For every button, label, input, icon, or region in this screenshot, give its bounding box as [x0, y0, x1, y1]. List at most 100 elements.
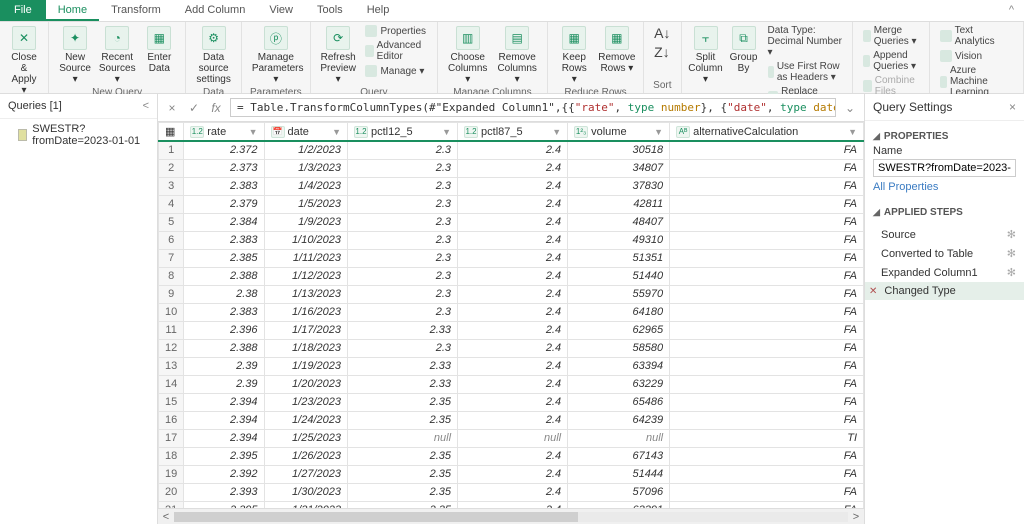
row-number-cell[interactable]: 11 — [159, 321, 184, 339]
type-icon[interactable]: 📅 — [271, 126, 285, 138]
data-cell[interactable]: 2.4 — [458, 501, 568, 508]
tab-home[interactable]: Home — [46, 0, 99, 21]
remove-columns-button[interactable]: ▤Remove Columns ▾ — [493, 24, 540, 87]
data-cell[interactable]: 1/25/2023 — [264, 429, 347, 447]
advanced-editor-button[interactable]: Advanced Editor — [361, 39, 431, 63]
new-source-button[interactable]: ✦New Source ▾ — [55, 24, 95, 87]
data-cell[interactable]: null — [347, 429, 457, 447]
data-cell[interactable]: 1/13/2023 — [264, 285, 347, 303]
row-number-cell[interactable]: 16 — [159, 411, 184, 429]
refresh-preview-button[interactable]: ⟳Refresh Preview ▾ — [317, 24, 360, 87]
horizontal-scrollbar[interactable]: < > — [158, 508, 864, 524]
table-row[interactable]: 162.3941/24/20232.352.464239FA — [159, 411, 864, 429]
row-number-cell[interactable]: 15 — [159, 393, 184, 411]
type-icon[interactable]: 1.2 — [354, 126, 368, 138]
type-icon[interactable]: 1.2 — [190, 126, 204, 138]
data-cell[interactable]: 1/24/2023 — [264, 411, 347, 429]
filter-dropdown-icon[interactable]: ▼ — [249, 127, 258, 137]
data-cell[interactable]: 2.388 — [184, 339, 264, 357]
data-cell[interactable]: 2.392 — [184, 465, 264, 483]
vision-button[interactable]: Vision — [936, 49, 1017, 63]
type-icon[interactable]: 1²₃ — [574, 126, 588, 138]
data-cell[interactable]: 57096 — [568, 483, 670, 501]
row-number-cell[interactable]: 3 — [159, 177, 184, 195]
properties-caret-icon[interactable]: ◢ — [873, 131, 880, 142]
data-cell[interactable]: 48407 — [568, 213, 670, 231]
row-number-cell[interactable]: 8 — [159, 267, 184, 285]
data-cell[interactable]: 2.35 — [347, 411, 457, 429]
row-number-cell[interactable]: 2 — [159, 159, 184, 177]
data-cell[interactable]: 2.4 — [458, 159, 568, 177]
row-number-cell[interactable]: 19 — [159, 465, 184, 483]
data-cell[interactable]: 1/17/2023 — [264, 321, 347, 339]
row-number-cell[interactable]: 14 — [159, 375, 184, 393]
data-cell[interactable]: 2.4 — [458, 339, 568, 357]
data-cell[interactable]: 2.4 — [458, 285, 568, 303]
data-cell[interactable]: 1/11/2023 — [264, 249, 347, 267]
table-row[interactable]: 142.391/20/20232.332.463229FA — [159, 375, 864, 393]
choose-columns-button[interactable]: ▥Choose Columns ▾ — [444, 24, 491, 87]
data-cell[interactable]: 2.4 — [458, 357, 568, 375]
data-cell[interactable]: 2.3 — [347, 303, 457, 321]
query-item[interactable]: SWESTR?fromDate=2023-01-01 — [0, 119, 157, 151]
split-column-button[interactable]: ⫟Split Column ▾ — [688, 24, 724, 87]
data-cell[interactable]: 51444 — [568, 465, 670, 483]
data-cell[interactable]: 2.372 — [184, 141, 264, 159]
table-row[interactable]: 102.3831/16/20232.32.464180FA — [159, 303, 864, 321]
tab-add-column[interactable]: Add Column — [173, 0, 258, 21]
table-row[interactable]: 32.3831/4/20232.32.437830FA — [159, 177, 864, 195]
sort-asc-button[interactable]: A↓ — [650, 24, 674, 42]
hscroll-right-icon[interactable]: > — [848, 511, 864, 523]
data-cell[interactable]: 2.4 — [458, 267, 568, 285]
column-header-date[interactable]: 📅date▼ — [264, 123, 347, 142]
tab-file[interactable]: File — [0, 0, 46, 21]
table-row[interactable]: 172.3941/25/2023nullnullnullTI — [159, 429, 864, 447]
column-header-alternativeCalculation[interactable]: AᴮalternativeCalculation▼ — [670, 123, 864, 142]
text-analytics-button[interactable]: Text Analytics — [936, 24, 1017, 48]
row-number-cell[interactable]: 12 — [159, 339, 184, 357]
data-cell[interactable]: 2.33 — [347, 321, 457, 339]
step-settings-gear-icon[interactable]: ✻ — [1007, 228, 1016, 241]
data-cell[interactable]: 67143 — [568, 447, 670, 465]
data-cell[interactable]: 1/26/2023 — [264, 447, 347, 465]
data-cell[interactable]: 2.39 — [184, 375, 264, 393]
manage-parameters-button[interactable]: ⓟManage Parameters ▾ — [248, 24, 304, 87]
data-cell[interactable]: 58580 — [568, 339, 670, 357]
data-cell[interactable]: 63229 — [568, 375, 670, 393]
data-source-settings-button[interactable]: ⚙Data source settings — [192, 24, 234, 87]
data-cell[interactable]: FA — [670, 159, 864, 177]
table-row[interactable]: 182.3951/26/20232.352.467143FA — [159, 447, 864, 465]
data-cell[interactable]: null — [568, 429, 670, 447]
data-cell[interactable]: 51351 — [568, 249, 670, 267]
row-number-cell[interactable]: 10 — [159, 303, 184, 321]
filter-dropdown-icon[interactable]: ▼ — [442, 127, 451, 137]
table-row[interactable]: 12.3721/2/20232.32.430518FA — [159, 141, 864, 159]
data-cell[interactable]: 2.395 — [184, 447, 264, 465]
data-cell[interactable]: 2.373 — [184, 159, 264, 177]
formula-accept-icon[interactable]: ✓ — [186, 100, 202, 116]
table-row[interactable]: 212.3951/31/20232.352.463391FA — [159, 501, 864, 508]
applied-step[interactable]: Converted to Table✻ — [865, 244, 1024, 263]
data-cell[interactable]: 2.35 — [347, 465, 457, 483]
data-cell[interactable]: 2.35 — [347, 393, 457, 411]
data-cell[interactable]: 2.379 — [184, 195, 264, 213]
query-name-input[interactable] — [873, 159, 1016, 177]
data-cell[interactable]: FA — [670, 231, 864, 249]
row-number-header[interactable]: ▦ — [159, 123, 184, 142]
data-type-dropdown[interactable]: Data Type: Decimal Number ▾ — [764, 24, 847, 59]
step-settings-gear-icon[interactable]: ✻ — [1007, 247, 1016, 260]
data-cell[interactable]: 2.39 — [184, 357, 264, 375]
formula-expand-icon[interactable]: ⌄ — [842, 100, 858, 116]
filter-dropdown-icon[interactable]: ▼ — [654, 127, 663, 137]
data-cell[interactable]: 1/18/2023 — [264, 339, 347, 357]
table-row[interactable]: 62.3831/10/20232.32.449310FA — [159, 231, 864, 249]
data-cell[interactable]: 42811 — [568, 195, 670, 213]
data-cell[interactable]: FA — [670, 249, 864, 267]
table-row[interactable]: 82.3881/12/20232.32.451440FA — [159, 267, 864, 285]
table-row[interactable]: 52.3841/9/20232.32.448407FA — [159, 213, 864, 231]
row-number-cell[interactable]: 17 — [159, 429, 184, 447]
filter-dropdown-icon[interactable]: ▼ — [848, 127, 857, 137]
data-cell[interactable]: 2.3 — [347, 267, 457, 285]
column-header-rate[interactable]: 1.2rate▼ — [184, 123, 264, 142]
close-apply-button[interactable]: ✕Close & Apply ▾ — [6, 24, 42, 98]
